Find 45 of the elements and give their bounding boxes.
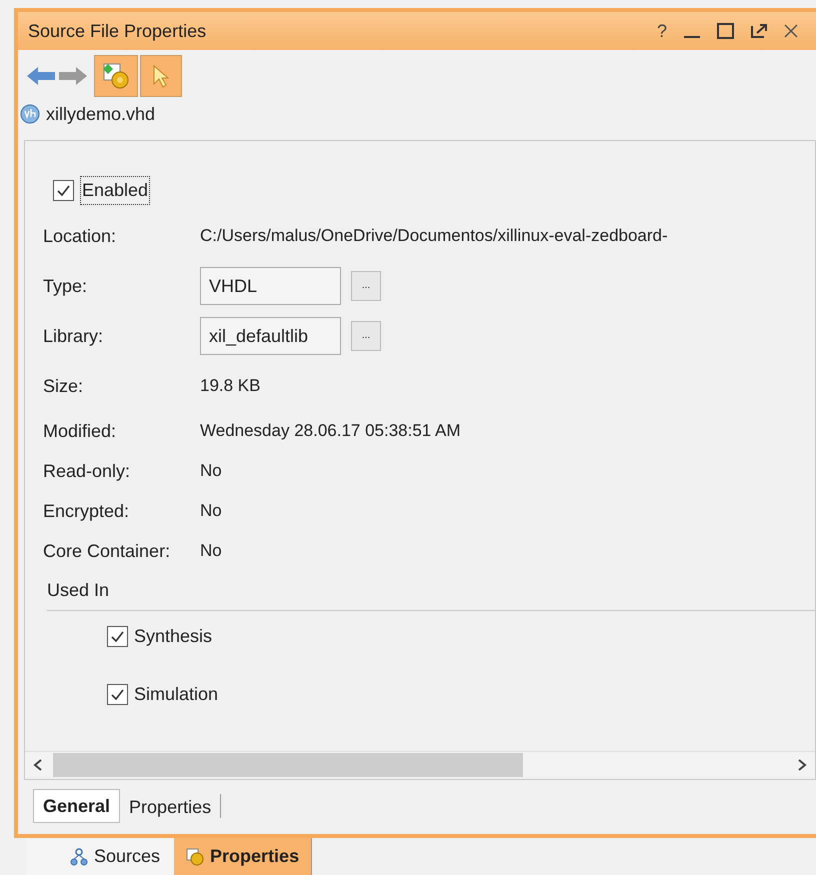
view-tab[interactable]: Sources <box>26 838 174 875</box>
value-field: xil_defaultlib <box>200 317 341 355</box>
panel-tab[interactable]: Properties <box>120 794 222 818</box>
source-settings-button[interactable] <box>94 54 138 96</box>
help-button[interactable]: ? <box>656 18 667 44</box>
checkbox-label: Enabled <box>80 176 150 204</box>
property-label: Type: <box>43 274 88 298</box>
browse-button[interactable]: ... <box>351 321 381 351</box>
property-label: Location: <box>43 224 118 248</box>
file-name: xillydemo.vhd <box>46 102 156 126</box>
section-title: Used In <box>47 579 110 602</box>
window-title: Source File Properties <box>28 20 208 43</box>
property-value: C:/Users/malus/OneDrive/Documentos/xillinux-eval-zedboard- <box>200 225 668 248</box>
checkmark-icon <box>110 686 125 702</box>
property-value: No <box>200 540 222 562</box>
view-tab[interactable]: Properties <box>174 838 312 875</box>
close-icon[interactable] <box>784 24 798 38</box>
property-label: Size: <box>43 374 84 398</box>
property-label: Encrypted: <box>43 500 130 523</box>
float-icon[interactable] <box>750 23 768 39</box>
browse-button[interactable]: ... <box>351 271 381 301</box>
checkmark-icon <box>110 628 125 644</box>
checkmark-icon <box>56 182 71 198</box>
checkbox[interactable] <box>53 180 74 200</box>
hierarchy-icon <box>70 848 88 866</box>
horizontal-scrollbar[interactable] <box>25 751 815 777</box>
checkbox-label: Simulation <box>134 682 218 706</box>
property-value: No <box>200 500 222 522</box>
property-value: 19.8 KB <box>200 375 260 398</box>
property-label: Read-only: <box>43 460 132 483</box>
maximize-icon[interactable] <box>717 23 734 39</box>
checkbox[interactable] <box>107 626 128 646</box>
value-field: VHDL <box>200 267 341 305</box>
property-label: Modified: <box>43 420 118 442</box>
property-value: No <box>200 460 222 482</box>
property-label: Core Container: <box>43 540 172 562</box>
checkbox-label: Synthesis <box>134 624 212 648</box>
pointer-icon <box>152 64 170 88</box>
scrollbar-thumb[interactable] <box>53 752 523 776</box>
back-arrow-icon[interactable] <box>26 64 56 86</box>
property-value: Wednesday 28.06.17 05:38:51 AM <box>200 420 461 442</box>
checkbox[interactable] <box>107 684 128 704</box>
property-label: Library: <box>43 324 104 348</box>
panel-tab[interactable]: General <box>33 789 120 823</box>
vhdl-file-icon <box>20 104 40 124</box>
